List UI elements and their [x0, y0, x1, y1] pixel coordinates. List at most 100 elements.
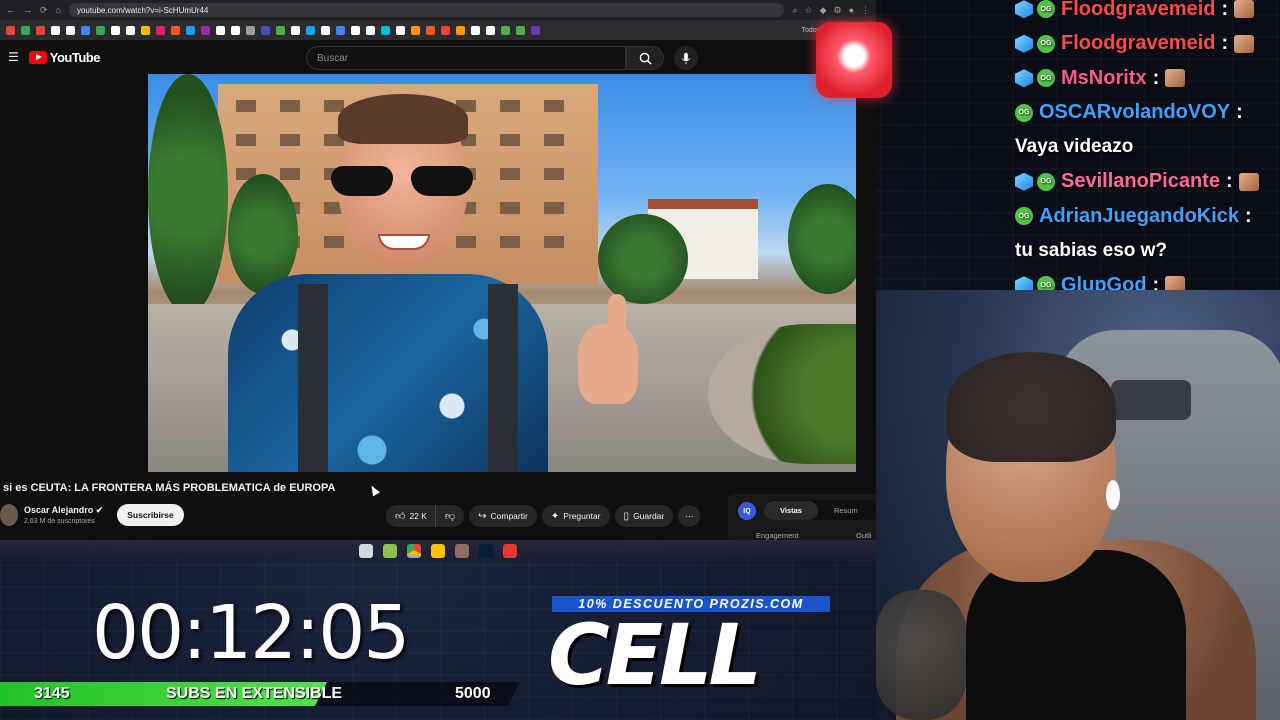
analytics-tabs: Vistas Resum — [764, 500, 876, 520]
share-button[interactable]: ↪ Compartir — [469, 505, 537, 527]
bookmark-icon[interactable] — [171, 25, 180, 35]
bookmark-icon[interactable] — [441, 25, 450, 35]
taskbar-clock-app-icon[interactable] — [359, 544, 373, 558]
voice-search-button[interactable] — [674, 46, 698, 70]
chat-username[interactable]: Floodgravemeid — [1061, 32, 1215, 55]
bookmark-icon[interactable] — [276, 25, 285, 35]
bookmark-icon[interactable] — [306, 25, 315, 35]
bookmark-icon[interactable] — [66, 25, 75, 35]
save-button[interactable]: ▯ Guardar — [614, 505, 674, 527]
back-icon[interactable]: ← — [6, 5, 15, 15]
search-button[interactable] — [626, 46, 664, 70]
chat-username[interactable]: OSCARvolandoVOY — [1039, 101, 1230, 124]
ask-button[interactable]: ✦ Preguntar — [541, 505, 610, 527]
bookmark-icon[interactable] — [6, 25, 15, 35]
thumbs-down-icon: 👎︎ — [444, 511, 456, 522]
bookmark-icon[interactable] — [396, 25, 405, 35]
youtube-logo-text: YouTube — [49, 49, 101, 65]
bookmark-star-icon[interactable]: ☆ — [804, 5, 812, 16]
iq-badge[interactable]: IQ — [738, 502, 756, 520]
chat-username[interactable]: MsNoritx — [1061, 67, 1147, 90]
bookmark-icon[interactable] — [36, 25, 45, 35]
puzzle-icon[interactable]: ⚙ — [833, 5, 841, 16]
bookmark-icon[interactable] — [201, 25, 210, 35]
bookmark-icon[interactable] — [471, 25, 480, 35]
bookmark-icon[interactable] — [426, 25, 435, 35]
bookmark-icon[interactable] — [456, 25, 465, 35]
bookmark-icon[interactable] — [351, 25, 360, 35]
bookmark-icon[interactable] — [516, 25, 525, 35]
bookmark-icon[interactable] — [486, 25, 495, 35]
home-icon[interactable]: ⌂ — [56, 5, 61, 15]
chat-username[interactable]: SevillanoPicante — [1061, 170, 1220, 193]
streamer-tattoo — [876, 590, 966, 720]
like-button[interactable]: 👍︎ 22 K — [386, 505, 435, 527]
chat-message-text: Vaya videazo — [1015, 136, 1134, 158]
youtube-header: ☰ YouTube Buscar — [0, 40, 876, 74]
video-player[interactable] — [148, 74, 856, 472]
channel-avatar[interactable] — [0, 504, 18, 526]
bookmark-icon[interactable] — [156, 25, 165, 35]
search-input[interactable]: Buscar — [306, 46, 626, 70]
microphone-icon — [681, 52, 691, 64]
chat-separator: : — [1245, 204, 1252, 227]
bookmark-icon[interactable] — [366, 25, 375, 35]
bookmark-icon[interactable] — [291, 25, 300, 35]
address-bar[interactable]: youtube.com/watch?v=i-ScHUmUr44 — [68, 3, 785, 17]
bookmark-icon[interactable] — [246, 25, 255, 35]
taskbar-minecraft-icon[interactable] — [455, 544, 469, 558]
outlier-label: Outli — [856, 531, 872, 540]
stream-layout: ← → ⟳ ⌂ youtube.com/watch?v=i-ScHUmUr44 … — [0, 0, 1280, 720]
chat-username[interactable]: AdrianJuegandoKick — [1039, 205, 1239, 228]
chat-separator: : — [1221, 0, 1229, 20]
taskbar-green-app-icon[interactable] — [383, 544, 397, 558]
menu-icon[interactable]: ☰ — [8, 50, 19, 64]
bookmark-icon[interactable] — [261, 25, 270, 35]
menu-dots-icon[interactable]: ⋮ — [861, 5, 870, 16]
tab-views[interactable]: Vistas — [764, 500, 818, 520]
taskbar-chrome-icon[interactable] — [407, 544, 421, 558]
taskbar — [0, 540, 876, 562]
youtube-logo[interactable]: YouTube — [28, 49, 101, 65]
bookmark-icon[interactable] — [96, 25, 105, 35]
sunglasses — [331, 166, 476, 196]
chat-message: OG SevillanoPicante: — [1015, 165, 1280, 200]
building-window — [544, 134, 564, 146]
dislike-button[interactable]: 👎︎ — [434, 505, 465, 527]
zoom-icon[interactable]: ⌕ — [792, 5, 797, 16]
bookmark-icon[interactable] — [381, 25, 390, 35]
taskbar-photoshop-icon[interactable] — [479, 544, 493, 558]
extension-icon[interactable]: ◆ — [820, 5, 827, 16]
profile-icon[interactable]: ● — [849, 5, 854, 16]
bookmark-icon[interactable] — [111, 25, 120, 35]
tab-summary[interactable]: Resum — [818, 506, 858, 515]
bookmark-icon[interactable] — [231, 25, 240, 35]
bookmark-icon[interactable] — [21, 25, 30, 35]
chat-message: OG MsNoritx: — [1015, 61, 1280, 96]
reload-icon[interactable]: ⟳ — [40, 5, 48, 16]
video-tree — [788, 184, 856, 294]
subscribe-button[interactable]: Suscribirse — [117, 504, 184, 526]
channel-name[interactable]: Oscar Alejandro ✔ — [24, 505, 103, 516]
bookmark-icon[interactable] — [126, 25, 135, 35]
subs-label: SUBS EN EXTENSIBLE — [166, 685, 343, 702]
bookmark-icon[interactable] — [216, 25, 225, 35]
taskbar-red-app-icon[interactable] — [503, 544, 517, 558]
taskbar-file-explorer-icon[interactable] — [431, 544, 445, 558]
chat-separator: : — [1221, 32, 1229, 55]
forward-icon[interactable]: → — [23, 5, 32, 15]
chat-username[interactable]: Floodgravemeid — [1061, 0, 1215, 21]
more-button[interactable]: ⋯ — [678, 505, 701, 527]
bookmark-icon[interactable] — [411, 25, 420, 35]
bookmark-icon[interactable] — [81, 25, 90, 35]
video-tree — [598, 214, 688, 304]
bookmark-icon[interactable] — [531, 25, 540, 35]
bookmark-icon[interactable] — [141, 25, 150, 35]
bookmark-icon[interactable] — [51, 25, 60, 35]
building-window — [544, 168, 564, 180]
bookmark-icon[interactable] — [186, 25, 195, 35]
bookmark-icon[interactable] — [501, 25, 510, 35]
chat-message: OG Floodgravemeid: — [1015, 27, 1280, 62]
bookmark-icon[interactable] — [321, 25, 330, 35]
bookmark-icon[interactable] — [336, 25, 345, 35]
